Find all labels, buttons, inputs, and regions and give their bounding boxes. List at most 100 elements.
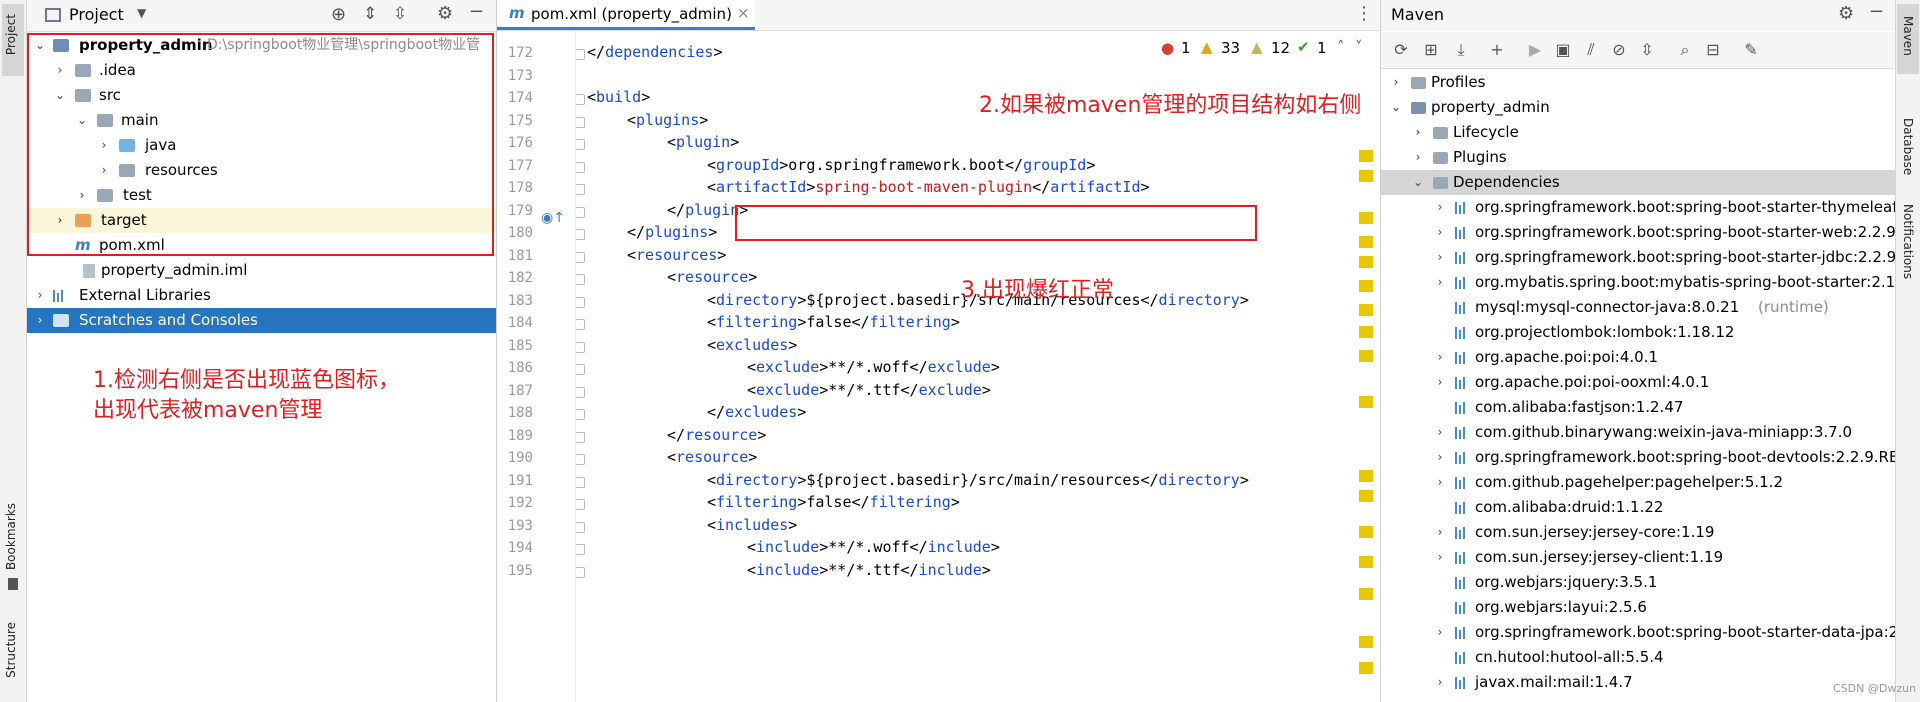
- maven-tree-item[interactable]: com.alibaba:druid:1.1.22: [1381, 495, 1895, 520]
- maven-tree-item[interactable]: org.projectlombok:lombok:1.18.12: [1381, 320, 1895, 345]
- chevron-right-icon[interactable]: ›: [1433, 520, 1447, 545]
- maven-tree-item[interactable]: › javax.mail:mail:1.4.7: [1381, 670, 1895, 695]
- maven-tree-item[interactable]: org.webjars:layui:2.5.6: [1381, 595, 1895, 620]
- download-icon[interactable]: ⤓: [1451, 40, 1471, 60]
- error-stripe-marker[interactable]: [1359, 170, 1373, 182]
- tree-item-scratches[interactable]: › Scratches and Consoles: [27, 308, 496, 333]
- error-stripe-marker[interactable]: [1359, 662, 1373, 674]
- project-tool-label[interactable]: Project: [4, 14, 18, 55]
- fold-marker-icon[interactable]: [575, 544, 585, 555]
- error-stripe-marker[interactable]: [1359, 150, 1373, 162]
- chevron-right-icon[interactable]: ›: [1411, 145, 1425, 170]
- maven-tree-item[interactable]: › Profiles: [1381, 70, 1895, 95]
- chevron-down-icon[interactable]: ⌄: [1411, 170, 1425, 195]
- collapse-icon[interactable]: ⇳: [1637, 40, 1657, 60]
- fold-marker-icon[interactable]: [575, 476, 585, 488]
- chevron-right-icon[interactable]: ›: [1411, 120, 1425, 145]
- analyze-dependencies-icon[interactable]: ⌕: [1675, 40, 1695, 60]
- fold-marker-icon[interactable]: [575, 161, 585, 173]
- minimize-icon[interactable]: −: [469, 1, 484, 22]
- bookmarks-tool-label[interactable]: Bookmarks: [4, 503, 18, 570]
- fold-marker-icon[interactable]: [575, 499, 585, 510]
- fold-marker-icon[interactable]: [575, 409, 585, 420]
- maven-tree-item[interactable]: › org.apache.poi:poi-ooxml:4.0.1: [1381, 370, 1895, 395]
- fold-marker-icon[interactable]: [575, 521, 585, 533]
- maven-tree-item[interactable]: › org.springframework.boot:spring-boot-de…: [1381, 445, 1895, 470]
- structure-tool-label[interactable]: Structure: [4, 622, 18, 678]
- error-stripe-marker[interactable]: [1359, 588, 1373, 600]
- maven-tree-item[interactable]: › com.github.pagehelper:pagehelper:5.1.2: [1381, 470, 1895, 495]
- error-stripe-marker[interactable]: [1359, 470, 1373, 482]
- maven-tree-item[interactable]: org.webjars:jquery:3.5.1: [1381, 570, 1895, 595]
- maven-tree-item[interactable]: › Plugins: [1381, 145, 1895, 170]
- error-stripe-marker[interactable]: [1359, 556, 1373, 568]
- add-icon[interactable]: +: [1487, 40, 1507, 60]
- chevron-right-icon[interactable]: ›: [33, 283, 47, 308]
- error-stripe-marker[interactable]: [1359, 256, 1373, 268]
- fold-marker-icon[interactable]: [575, 229, 585, 240]
- skip-tests-icon[interactable]: ⊘: [1609, 40, 1629, 60]
- chevron-down-icon[interactable]: ⌄: [1389, 95, 1403, 120]
- fold-marker-icon[interactable]: [575, 341, 585, 353]
- maven-tree-item[interactable]: cn.hutool:hutool-all:5.5.4: [1381, 645, 1895, 670]
- project-panel-title[interactable]: Project: [69, 5, 124, 24]
- fold-marker-icon[interactable]: [575, 566, 585, 578]
- maven-tree-item[interactable]: › org.springframework.boot:spring-boot-st…: [1381, 220, 1895, 245]
- tab-pom-xml[interactable]: m pom.xml (property_admin) ×: [497, 0, 755, 30]
- chevron-right-icon[interactable]: ›: [1389, 70, 1403, 95]
- error-stripe-marker[interactable]: [1359, 304, 1373, 316]
- fold-marker-icon[interactable]: [575, 454, 585, 465]
- maven-tree-item[interactable]: › Lifecycle: [1381, 120, 1895, 145]
- chevron-right-icon[interactable]: ›: [1433, 245, 1447, 270]
- chevron-right-icon[interactable]: ›: [33, 308, 47, 333]
- error-stripe-marker[interactable]: [1359, 490, 1373, 502]
- locate-icon[interactable]: ⊕: [331, 4, 346, 25]
- chevron-right-icon[interactable]: ›: [1433, 345, 1447, 370]
- chevron-right-icon[interactable]: ›: [1433, 545, 1447, 570]
- collapse-all-icon[interactable]: ⇳: [393, 4, 407, 24]
- tree-item-external-libraries[interactable]: › External Libraries: [27, 283, 496, 308]
- wrench-icon[interactable]: ✎: [1741, 40, 1761, 60]
- fold-marker-icon[interactable]: [575, 94, 585, 105]
- fold-marker-icon[interactable]: [575, 206, 585, 218]
- more-options-icon[interactable]: ⋮: [1355, 3, 1373, 24]
- show-diagram-icon[interactable]: ⊟: [1703, 40, 1723, 60]
- maven-tree-item[interactable]: › org.apache.poi:poi:4.0.1: [1381, 345, 1895, 370]
- run-icon[interactable]: ▶: [1525, 40, 1545, 60]
- error-stripe-marker[interactable]: [1359, 236, 1373, 248]
- toggle-offline-icon[interactable]: ⫽: [1581, 40, 1601, 60]
- expand-all-icon[interactable]: ⇕: [363, 4, 377, 24]
- fold-marker-icon[interactable]: [575, 274, 585, 285]
- gear-icon[interactable]: ⚙: [1838, 3, 1854, 24]
- maven-tree-item[interactable]: › org.springframework.boot:spring-boot-st…: [1381, 620, 1895, 645]
- fold-marker-icon[interactable]: [575, 364, 585, 375]
- maven-tree-item[interactable]: › org.springframework.boot:spring-boot-st…: [1381, 195, 1895, 220]
- error-stripe-marker[interactable]: [1359, 396, 1373, 408]
- fold-marker-icon[interactable]: [575, 49, 585, 60]
- fold-marker-icon[interactable]: [575, 139, 585, 150]
- chevron-right-icon[interactable]: ›: [1433, 220, 1447, 245]
- chevron-right-icon[interactable]: ›: [1433, 670, 1447, 695]
- maven-tree-item[interactable]: ⌄ property_admin: [1381, 95, 1895, 120]
- fold-marker-icon[interactable]: [575, 184, 585, 195]
- implemented-gutter-icon[interactable]: ◉↑: [541, 210, 565, 226]
- error-stripe-marker[interactable]: [1359, 526, 1373, 538]
- execute-goal-icon[interactable]: ▣: [1553, 40, 1573, 60]
- chevron-right-icon[interactable]: ›: [1433, 420, 1447, 445]
- maven-tree-item[interactable]: › org.mybatis.spring.boot:mybatis-spring-…: [1381, 270, 1895, 295]
- chevron-right-icon[interactable]: ›: [1433, 620, 1447, 645]
- fold-marker-icon[interactable]: [575, 296, 585, 308]
- maven-tree-item[interactable]: ⌄ Dependencies: [1381, 170, 1895, 195]
- chevron-right-icon[interactable]: ›: [1433, 445, 1447, 470]
- chevron-right-icon[interactable]: ›: [1433, 270, 1447, 295]
- error-stripe-marker[interactable]: [1359, 636, 1373, 648]
- maven-tree-item[interactable]: › com.sun.jersey:jersey-core:1.19: [1381, 520, 1895, 545]
- notifications-tool-label[interactable]: Notifications: [1901, 204, 1915, 279]
- error-stripe-marker[interactable]: [1359, 350, 1373, 362]
- fold-marker-icon[interactable]: [575, 116, 585, 128]
- maven-tree-item[interactable]: › com.sun.jersey:jersey-client:1.19: [1381, 545, 1895, 570]
- maven-tree-item[interactable]: com.alibaba:fastjson:1.2.47: [1381, 395, 1895, 420]
- maven-tree-item[interactable]: › com.github.binarywang:weixin-java-minia…: [1381, 420, 1895, 445]
- error-stripe-marker[interactable]: [1359, 280, 1373, 292]
- chevron-down-icon[interactable]: ▼: [137, 6, 146, 20]
